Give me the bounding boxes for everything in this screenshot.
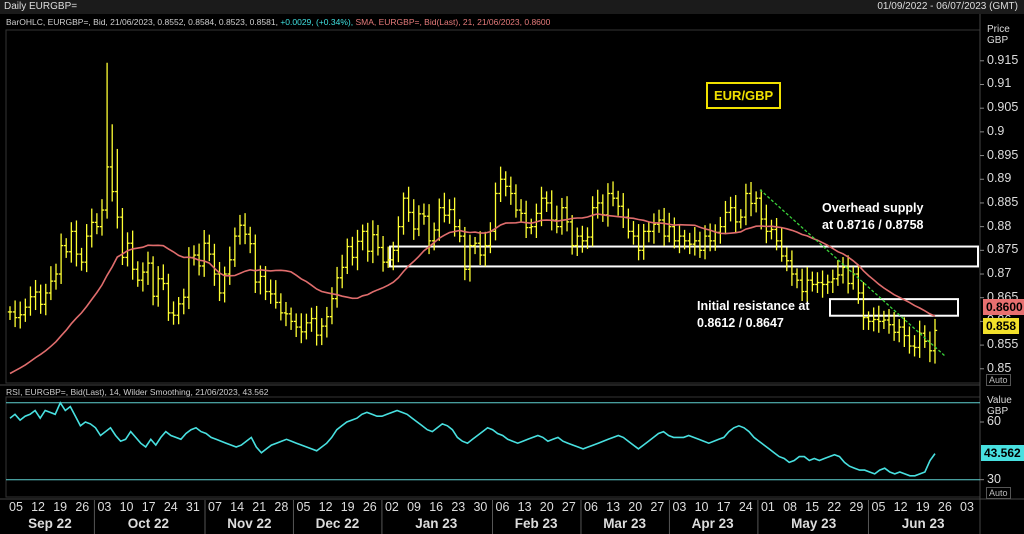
- price-tick-label: 0.915: [987, 52, 1019, 67]
- price-tick-label: 0.85: [987, 360, 1012, 375]
- x-day-label: 20: [628, 500, 643, 514]
- x-month-label: Mar 23: [603, 516, 646, 531]
- x-day-label: 22: [827, 500, 842, 514]
- x-day-label: 28: [274, 500, 289, 514]
- x-day-label: 02: [384, 500, 399, 514]
- supply-zone-box: [389, 245, 979, 268]
- chart-canvas[interactable]: [0, 0, 1024, 534]
- x-day-label: 13: [517, 500, 532, 514]
- rsi-line: [9, 401, 936, 477]
- price-tick-label: 0.87: [987, 266, 1012, 281]
- x-day-label: 27: [561, 500, 576, 514]
- x-day-label: 13: [606, 500, 621, 514]
- x-day-label: 17: [716, 500, 731, 514]
- rsi-tick-label: 30: [987, 471, 1001, 486]
- x-day-label: 05: [871, 500, 886, 514]
- x-day-label: 16: [429, 500, 444, 514]
- x-day-label: 07: [208, 500, 222, 514]
- x-month-label: May 23: [791, 516, 837, 531]
- price-tick-label: 0.895: [987, 147, 1019, 162]
- price-tick-label: 0.91: [987, 76, 1012, 91]
- x-day-label: 17: [141, 500, 156, 514]
- price-tick-label: 0.9: [987, 123, 1005, 138]
- x-day-label: 30: [473, 500, 488, 514]
- x-day-label: 06: [584, 500, 598, 514]
- x-day-label: 10: [119, 500, 134, 514]
- x-day-label: 24: [738, 500, 753, 514]
- last-price-tag: 0.858: [983, 318, 1020, 334]
- x-day-label: 08: [783, 500, 797, 514]
- price-tick-label: 0.885: [987, 194, 1019, 209]
- x-day-label: 26: [75, 500, 90, 514]
- chart-title-box: EUR/GBP: [706, 82, 782, 109]
- x-day-label: 19: [340, 500, 355, 514]
- x-day-label: 27: [650, 500, 665, 514]
- x-day-label: 12: [318, 500, 333, 514]
- x-month-label: Dec 22: [315, 516, 360, 531]
- x-day-label: 24: [163, 500, 178, 514]
- price-tick-label: 0.855: [987, 337, 1019, 352]
- rsi-panel-frame: [5, 396, 981, 498]
- x-day-label: 21: [252, 500, 267, 514]
- x-day-label: 26: [937, 500, 952, 514]
- x-day-label: 03: [672, 500, 687, 514]
- price-tick-label: 0.875: [987, 242, 1019, 257]
- resistance-annotation: Initial resistance at 0.8612 / 0.8647: [697, 299, 810, 330]
- x-day-label: 03: [97, 500, 112, 514]
- x-day-label: 19: [53, 500, 68, 514]
- x-day-label: 29: [849, 500, 864, 514]
- x-day-label: 12: [893, 500, 908, 514]
- rsi-tick-label: 60: [987, 414, 1001, 428]
- x-day-label: 10: [694, 500, 709, 514]
- x-day-label: 20: [539, 500, 554, 514]
- x-month-label: Nov 22: [227, 516, 272, 531]
- x-day-label: 15: [805, 500, 820, 514]
- price-auto-button[interactable]: Auto: [986, 374, 1011, 386]
- price-tick-label: 0.89: [987, 171, 1012, 186]
- x-month-label: Apr 23: [691, 516, 734, 531]
- rsi-auto-button[interactable]: Auto: [986, 487, 1011, 499]
- x-day-label: 14: [230, 500, 245, 514]
- x-month-label: Sep 22: [28, 516, 72, 531]
- sma-line: [9, 213, 936, 375]
- x-day-label: 12: [31, 500, 46, 514]
- rsi-value-tag: 43.562: [981, 445, 1024, 461]
- x-day-label: 03: [960, 500, 974, 514]
- x-month-label: Jun 23: [901, 516, 945, 531]
- price-tick-label: 0.88: [987, 218, 1012, 233]
- x-month-label: Jan 23: [415, 516, 458, 531]
- x-day-label: 05: [9, 500, 23, 514]
- supply-annotation: Overhead supply at 0.8716 / 0.8758: [822, 201, 924, 232]
- x-day-label: 19: [915, 500, 930, 514]
- x-day-label: 26: [362, 500, 377, 514]
- x-month-label: Oct 22: [127, 516, 169, 531]
- x-day-label: 06: [495, 500, 510, 514]
- x-day-label: 31: [185, 500, 200, 514]
- x-month-label: Feb 23: [514, 516, 558, 531]
- x-day-label: 23: [451, 500, 466, 514]
- sma-value-tag: 0.8600: [983, 299, 1024, 315]
- x-day-label: 09: [407, 500, 421, 514]
- price-tick-label: 0.905: [987, 100, 1019, 115]
- x-day-label: 05: [296, 500, 311, 514]
- x-day-label: 01: [760, 500, 775, 514]
